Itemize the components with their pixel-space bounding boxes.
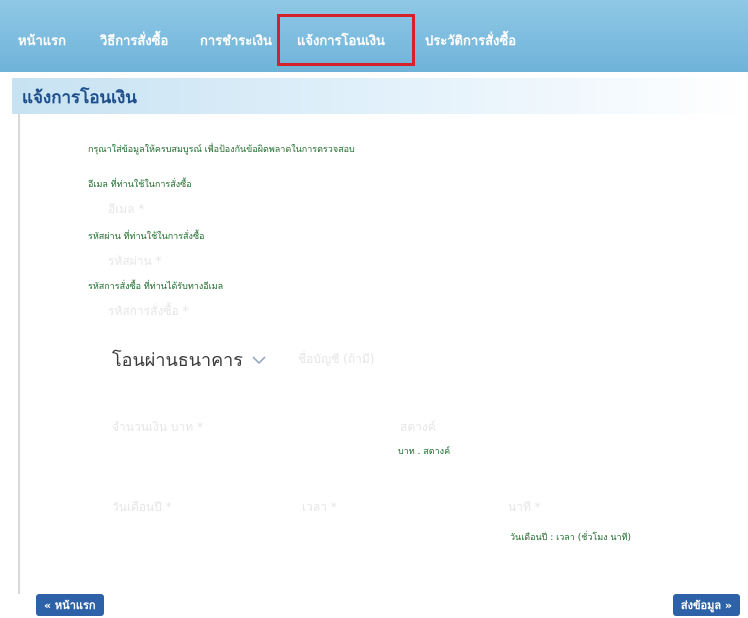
nav-highlight-box [277, 14, 415, 66]
home-button[interactable]: « หน้าแรก [36, 594, 104, 616]
submit-button[interactable]: ส่งข้อมูล » [672, 594, 740, 616]
time-minute-field[interactable] [508, 498, 628, 516]
account-name-field[interactable] [298, 350, 458, 368]
time-hour-field[interactable] [302, 498, 422, 516]
amount-hint: บาท . สตางค์ [398, 447, 451, 457]
order-label: รหัสการสั่งซื้อ ที่ท่านได้รับทางอีเมล [88, 282, 224, 292]
date-field[interactable] [112, 498, 272, 516]
nav-item-order-history[interactable]: ประวัติการสั่งซื้อ [425, 30, 516, 51]
chevron-down-icon [252, 355, 266, 364]
amount-satang-field[interactable] [400, 418, 480, 436]
password-label: รหัสผ่าน ที่ท่านใช้ในการสั่งซื้อ [88, 232, 205, 242]
email-field[interactable] [108, 200, 328, 218]
password-field[interactable] [108, 252, 328, 270]
email-label: อีเมล ที่ท่านใช้ในการสั่งซื้อ [88, 180, 192, 190]
nav-item-home[interactable]: หน้าแรก [18, 30, 66, 51]
nav-item-how-to-order[interactable]: วิธีการสั่งซื้อ [100, 30, 168, 51]
bank-transfer-select[interactable]: โอนผ่านธนาคาร [112, 345, 267, 374]
page-title: แจ้งการโอนเงิน [22, 88, 137, 108]
order-id-field[interactable] [108, 302, 328, 320]
amount-baht-field[interactable] [112, 418, 312, 436]
content-left-border [18, 114, 20, 594]
form-intro-text: กรุณาใส่ข้อมูลให้ครบสมบูรณ์ เพื่อป้องกัน… [88, 145, 355, 155]
datetime-hint: วันเดือนปี : เวลา (ชั่วโมง นาที) [510, 533, 632, 543]
nav-item-payment[interactable]: การชำระเงิน [200, 30, 272, 51]
bank-select-value: โอนผ่านธนาคาร [112, 350, 243, 371]
top-nav-bar: หน้าแรก วิธีการสั่งซื้อ การชำระเงิน แจ้ง… [0, 0, 748, 72]
